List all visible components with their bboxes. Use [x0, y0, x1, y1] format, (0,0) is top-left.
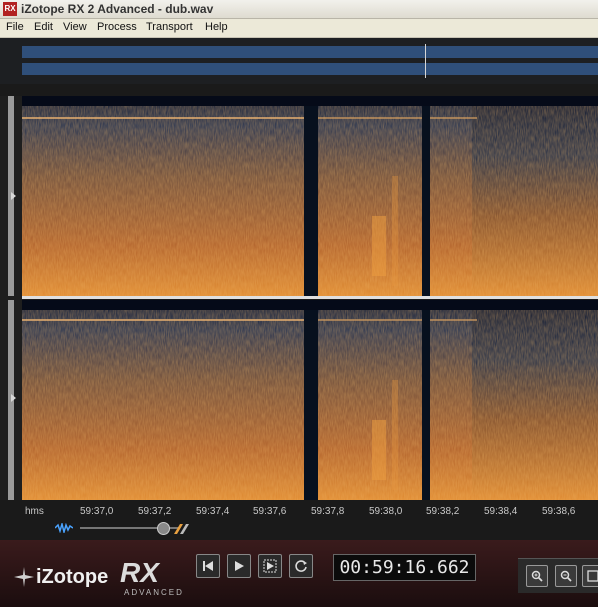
brand-name: iZotope [36, 566, 109, 588]
overview-track-left[interactable] [22, 46, 598, 58]
time-axis-unit: hms [25, 506, 44, 517]
window-title: iZotope RX 2 Advanced - dub.wav [21, 2, 214, 16]
channel-left-arrow-icon[interactable] [11, 192, 16, 200]
product-name: RX [120, 557, 159, 588]
zoom-out-button[interactable] [555, 565, 577, 587]
time-tick: 59:37,4 [196, 506, 230, 517]
spectrogram-channel-right[interactable] [22, 300, 598, 500]
menu-help[interactable]: Help [205, 21, 228, 33]
waveform-overview[interactable] [0, 38, 598, 84]
zoom-fit-icon [587, 570, 598, 582]
time-tick: 59:37,8 [311, 506, 345, 517]
menu-view[interactable]: View [63, 21, 87, 33]
transport-bar: iZotope RX ADVANCED 00:59:16.662 [0, 540, 598, 607]
waveform-toggle-icon[interactable] [55, 523, 73, 533]
time-tick: 59:37,2 [138, 506, 172, 517]
go-to-start-button[interactable] [196, 554, 220, 578]
timecode-display: 00:59:16.662 [333, 554, 476, 581]
channel-separator [22, 296, 598, 299]
product-edition: ADVANCED [124, 588, 184, 597]
zoom-in-button[interactable] [526, 565, 548, 587]
zoom-controls [0, 518, 598, 538]
window-titlebar: RX iZotope RX 2 Advanced - dub.wav [0, 0, 598, 19]
time-tick: 59:38,0 [369, 506, 403, 517]
zoom-fit-button[interactable] [582, 565, 598, 587]
menu-process[interactable]: Process [97, 21, 137, 33]
loop-button[interactable] [289, 554, 313, 578]
menu-transport[interactable]: Transport [146, 21, 193, 33]
playhead-marker[interactable] [425, 44, 426, 78]
izotope-logo: iZotope RX ADVANCED [14, 557, 194, 597]
time-tick: 59:38,4 [484, 506, 518, 517]
time-axis: hms 59:37,0 59:37,2 59:37,4 59:37,6 59:3… [0, 500, 598, 518]
spectrogram-toggle-icon[interactable] [172, 522, 190, 534]
loop-icon [295, 560, 307, 572]
app-icon: RX [3, 2, 17, 16]
menu-edit[interactable]: Edit [34, 21, 53, 33]
menu-file[interactable]: File [6, 21, 24, 33]
zoom-out-icon [560, 570, 572, 582]
menubar: File Edit View Process Transport Help [0, 19, 598, 38]
play-selection-icon [263, 559, 277, 573]
time-tick: 59:38,6 [542, 506, 576, 517]
zoom-slider-knob[interactable] [157, 522, 170, 535]
overview-track-right[interactable] [22, 63, 598, 75]
view-buttons-panel [518, 558, 598, 593]
izotope-star-icon [14, 567, 34, 587]
channel-gutter [0, 96, 22, 500]
time-tick: 59:38,2 [426, 506, 460, 517]
play-icon [235, 561, 244, 571]
channel-right-arrow-icon[interactable] [11, 394, 16, 402]
skip-back-icon [203, 561, 213, 571]
spectrogram-channel-left[interactable] [22, 96, 598, 296]
time-tick: 59:37,6 [253, 506, 287, 517]
zoom-in-icon [531, 570, 543, 582]
play-selection-button[interactable] [258, 554, 282, 578]
play-button[interactable] [227, 554, 251, 578]
time-tick: 59:37,0 [80, 506, 114, 517]
